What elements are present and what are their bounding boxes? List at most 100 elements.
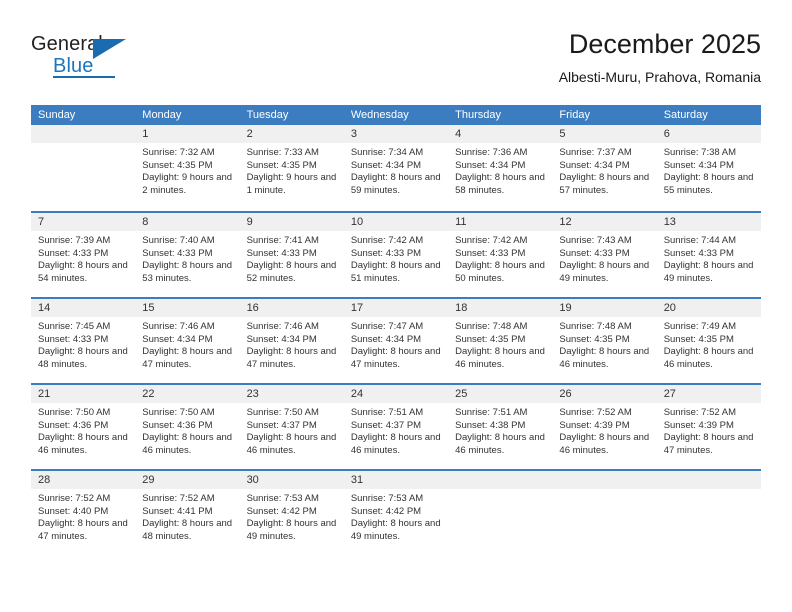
sunset-text: Sunset: 4:35 PM xyxy=(246,159,317,171)
day-number: 3 xyxy=(343,125,449,143)
calendar-page: General Blue December 2025 Albesti-Muru,… xyxy=(0,0,792,612)
day-cell[interactable]: 30 Sunrise: 7:53 AM Sunset: 4:42 PM Dayligh… xyxy=(239,471,344,555)
sunrise-text: Sunrise: 7:39 AM xyxy=(38,235,111,246)
day-cell[interactable]: 27 Sunrise: 7:52 AM Sunset: 4:39 PM Dayligh… xyxy=(656,385,761,469)
sunset-text: Sunset: 4:33 PM xyxy=(38,333,109,345)
sunrise-text: Sunrise: 7:51 AM xyxy=(455,407,528,418)
sunset-text: Sunset: 4:38 PM xyxy=(455,419,526,431)
daylight-text: Daylight: 8 hours and 46 minutes. xyxy=(142,432,233,456)
sunset-text: Sunset: 4:34 PM xyxy=(455,159,526,171)
day-cell[interactable]: 9 Sunrise: 7:41 AM Sunset: 4:33 PM Daylight… xyxy=(239,213,344,297)
day-cell[interactable]: 20 Sunrise: 7:49 AM Sunset: 4:35 PM Dayligh… xyxy=(656,299,761,383)
daylight-text: Daylight: 8 hours and 47 minutes. xyxy=(246,346,337,370)
daylight-text: Daylight: 8 hours and 54 minutes. xyxy=(38,260,128,284)
page-header: General Blue December 2025 Albesti-Muru,… xyxy=(31,28,761,98)
sunrise-text: Sunrise: 7:46 AM xyxy=(246,321,319,332)
sunrise-text: Sunrise: 7:48 AM xyxy=(455,321,528,332)
daylight-text: Daylight: 8 hours and 46 minutes. xyxy=(455,346,545,370)
calendar-grid: Sunday Monday Tuesday Wednesday Thursday Frid… xyxy=(31,105,761,555)
day-cell[interactable]: 10 Sunrise: 7:42 AM Sunset: 4:33 PM Dayligh… xyxy=(343,213,449,297)
day-details: Sunrise: 7:50 AM Sunset: 4:37 PM Daylight:… xyxy=(240,403,344,457)
day-cell[interactable]: 2 Sunrise: 7:33 AM Sunset: 4:35 PM Daylight… xyxy=(239,125,344,211)
day-number: 27 xyxy=(656,385,761,403)
day-details: Sunrise: 7:39 AM Sunset: 4:33 PM Daylight:… xyxy=(31,231,135,285)
week-row: 28 Sunrise: 7:52 AM Sunset: 4:40 PM Dayligh… xyxy=(31,469,761,555)
day-cell[interactable]: 15 Sunrise: 7:46 AM Sunset: 4:34 PM Dayligh… xyxy=(135,299,240,383)
day-cell[interactable]: 1 Sunrise: 7:32 AM Sunset: 4:35 PM Daylight… xyxy=(135,125,240,211)
day-number: 19 xyxy=(552,299,657,317)
daylight-text: Daylight: 8 hours and 49 minutes. xyxy=(246,518,337,542)
day-cell[interactable]: 4 Sunrise: 7:36 AM Sunset: 4:34 PM Daylight… xyxy=(448,125,553,211)
weekday-header-wednesday: Wednesday xyxy=(350,109,409,121)
day-number: 6 xyxy=(656,125,761,143)
day-cell[interactable]: 21 Sunrise: 7:50 AM Sunset: 4:36 PM Dayligh… xyxy=(31,385,136,469)
week-row: 14 Sunrise: 7:45 AM Sunset: 4:33 PM Dayligh… xyxy=(31,297,761,383)
sunset-text: Sunset: 4:35 PM xyxy=(142,159,213,171)
day-number: 20 xyxy=(656,299,761,317)
day-cell[interactable]: 14 Sunrise: 7:45 AM Sunset: 4:33 PM Dayligh… xyxy=(31,299,136,383)
day-cell[interactable]: 5 Sunrise: 7:37 AM Sunset: 4:34 PM Daylight… xyxy=(552,125,657,211)
day-cell[interactable]: 26 Sunrise: 7:52 AM Sunset: 4:39 PM Dayligh… xyxy=(552,385,657,469)
sunrise-text: Sunrise: 7:45 AM xyxy=(38,321,111,332)
day-cell[interactable]: 7 Sunrise: 7:39 AM Sunset: 4:33 PM Daylight… xyxy=(31,213,136,297)
sunset-text: Sunset: 4:33 PM xyxy=(663,247,734,259)
day-cell[interactable]: 17 Sunrise: 7:47 AM Sunset: 4:34 PM Dayligh… xyxy=(343,299,449,383)
day-cell[interactable]: 6 Sunrise: 7:38 AM Sunset: 4:34 PM Daylight… xyxy=(656,125,761,211)
sunrise-text: Sunrise: 7:53 AM xyxy=(246,493,319,504)
sunset-text: Sunset: 4:35 PM xyxy=(559,333,630,345)
day-cell[interactable]: 8 Sunrise: 7:40 AM Sunset: 4:33 PM Daylight… xyxy=(135,213,240,297)
sunrise-text: Sunrise: 7:52 AM xyxy=(38,493,111,504)
daylight-text: Daylight: 8 hours and 53 minutes. xyxy=(142,260,233,284)
day-number: 29 xyxy=(135,471,240,489)
week-row: 1 Sunrise: 7:32 AM Sunset: 4:35 PM Daylight… xyxy=(31,125,761,211)
general-blue-logo[interactable]: General Blue xyxy=(31,32,151,84)
daylight-text: Daylight: 8 hours and 46 minutes. xyxy=(350,432,441,456)
day-details: Sunrise: 7:50 AM Sunset: 4:36 PM Daylight:… xyxy=(135,403,239,457)
day-cell[interactable]: 23 Sunrise: 7:50 AM Sunset: 4:37 PM Dayligh… xyxy=(239,385,344,469)
sunset-text: Sunset: 4:42 PM xyxy=(350,505,422,517)
day-cell[interactable]: 18 Sunrise: 7:48 AM Sunset: 4:35 PM Dayligh… xyxy=(448,299,553,383)
daylight-text: Daylight: 9 hours and 2 minutes. xyxy=(142,172,233,196)
sunrise-text: Sunrise: 7:52 AM xyxy=(559,407,632,418)
daylight-text: Daylight: 8 hours and 46 minutes. xyxy=(246,432,337,456)
day-cell[interactable]: 16 Sunrise: 7:46 AM Sunset: 4:34 PM Dayligh… xyxy=(239,299,344,383)
day-cell[interactable]: 3 Sunrise: 7:34 AM Sunset: 4:34 PM Daylight… xyxy=(343,125,449,211)
weekday-header-friday: Friday xyxy=(559,109,590,121)
day-cell[interactable]: 19 Sunrise: 7:48 AM Sunset: 4:35 PM Dayligh… xyxy=(552,299,657,383)
weekday-header-tuesday: Tuesday xyxy=(246,109,289,121)
day-number: 28 xyxy=(31,471,136,489)
day-cell[interactable]: 28 Sunrise: 7:52 AM Sunset: 4:40 PM Dayligh… xyxy=(31,471,136,555)
day-details: Sunrise: 7:43 AM Sunset: 4:33 PM Daylight:… xyxy=(552,231,656,285)
day-cell[interactable]: 11 Sunrise: 7:42 AM Sunset: 4:33 PM Dayligh… xyxy=(448,213,553,297)
sunrise-text: Sunrise: 7:51 AM xyxy=(350,407,424,418)
sunset-text: Sunset: 4:40 PM xyxy=(38,505,109,517)
day-number: 5 xyxy=(552,125,657,143)
daylight-text: Daylight: 8 hours and 46 minutes. xyxy=(559,346,650,370)
sunset-text: Sunset: 4:39 PM xyxy=(663,419,734,431)
day-number xyxy=(656,471,761,489)
day-cell[interactable]: 24 Sunrise: 7:51 AM Sunset: 4:37 PM Dayligh… xyxy=(343,385,449,469)
day-cell[interactable]: 25 Sunrise: 7:51 AM Sunset: 4:38 PM Dayligh… xyxy=(448,385,553,469)
day-number: 10 xyxy=(343,213,449,231)
day-cell[interactable]: 13 Sunrise: 7:44 AM Sunset: 4:33 PM Dayligh… xyxy=(656,213,761,297)
day-cell[interactable]: 12 Sunrise: 7:43 AM Sunset: 4:33 PM Dayligh… xyxy=(552,213,657,297)
sunrise-text: Sunrise: 7:32 AM xyxy=(142,147,215,158)
sunrise-text: Sunrise: 7:42 AM xyxy=(350,235,424,246)
daylight-text: Daylight: 8 hours and 48 minutes. xyxy=(38,346,128,370)
day-number: 4 xyxy=(448,125,553,143)
day-number: 26 xyxy=(552,385,657,403)
sunset-text: Sunset: 4:36 PM xyxy=(38,419,109,431)
daylight-text: Daylight: 8 hours and 48 minutes. xyxy=(142,518,233,542)
day-cell[interactable]: 31 Sunrise: 7:53 AM Sunset: 4:42 PM Dayligh… xyxy=(343,471,449,555)
sunrise-text: Sunrise: 7:50 AM xyxy=(38,407,111,418)
day-details: Sunrise: 7:53 AM Sunset: 4:42 PM Daylight:… xyxy=(344,489,448,543)
day-cell[interactable]: 29 Sunrise: 7:52 AM Sunset: 4:41 PM Dayligh… xyxy=(135,471,240,555)
daylight-text: Daylight: 8 hours and 47 minutes. xyxy=(350,346,441,370)
day-number: 24 xyxy=(343,385,449,403)
day-details: Sunrise: 7:51 AM Sunset: 4:37 PM Daylight:… xyxy=(344,403,448,457)
daylight-text: Daylight: 8 hours and 49 minutes. xyxy=(559,260,650,284)
day-details: Sunrise: 7:50 AM Sunset: 4:36 PM Daylight:… xyxy=(31,403,135,457)
day-cell[interactable]: 22 Sunrise: 7:50 AM Sunset: 4:36 PM Dayligh… xyxy=(135,385,240,469)
triangle-icon xyxy=(93,39,126,59)
day-number: 9 xyxy=(239,213,344,231)
